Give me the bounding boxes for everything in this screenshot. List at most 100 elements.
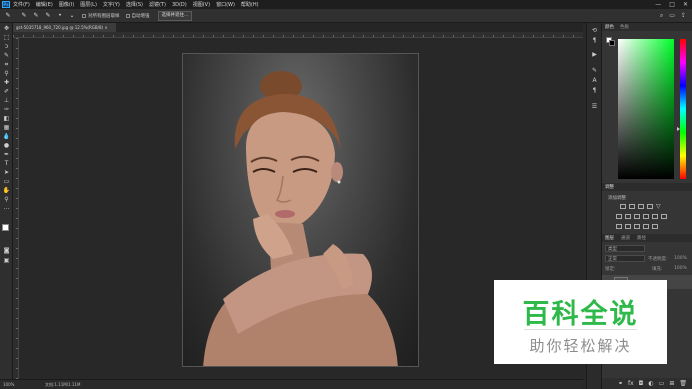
zoom-tool-icon[interactable]: ⚲ (2, 196, 11, 203)
invert-icon[interactable] (616, 224, 622, 229)
fill-label: 填充: (652, 267, 663, 272)
menu-image[interactable]: 图像(I) (59, 1, 74, 8)
move-tool-icon[interactable]: ✥ (2, 25, 11, 32)
subtract-from-selection-icon[interactable]: ✎ (44, 12, 52, 20)
menu-window[interactable]: 窗口(W) (216, 1, 235, 8)
portrait-photo[interactable] (182, 53, 419, 367)
hue-saturation-icon[interactable] (616, 214, 622, 219)
history-panel-icon[interactable]: ⟲ (590, 27, 599, 34)
paths-tab[interactable]: 路径 (637, 235, 646, 241)
background-color-chip[interactable] (609, 40, 615, 46)
more-tools-icon[interactable]: ··· (2, 206, 11, 213)
layer-style-icon[interactable]: fx (628, 380, 634, 387)
brightness-contrast-icon[interactable] (620, 204, 626, 209)
quick-selection-tool-icon[interactable]: ✎ (4, 12, 12, 20)
new-selection-icon[interactable]: ✎ (20, 12, 28, 20)
document-info[interactable]: 文档:1.11M/1.11M (45, 380, 80, 389)
exposure-icon[interactable] (647, 204, 653, 209)
color-tab[interactable]: 颜色 (605, 24, 614, 30)
menu-select[interactable]: 选择(S) (126, 1, 143, 8)
menu-edit[interactable]: 编辑(E) (36, 1, 53, 8)
crop-tool-icon[interactable]: ⌗ (2, 61, 11, 68)
curves-icon[interactable] (638, 204, 644, 209)
color-field[interactable] (618, 39, 674, 179)
fill-value[interactable]: 100% (674, 266, 687, 271)
brush-panel-icon[interactable]: ✎ (590, 67, 599, 74)
select-and-mask-button[interactable]: 选择并遮住... (157, 10, 193, 21)
styles-panel-icon[interactable]: ☰ (590, 103, 599, 110)
marquee-tool-icon[interactable]: ⬚ (2, 34, 11, 41)
properties-panel-icon[interactable]: ¶ (590, 37, 599, 44)
eraser-tool-icon[interactable]: ◧ (2, 115, 11, 122)
delete-layer-icon[interactable]: 🗑 (679, 380, 687, 387)
brush-tool-icon[interactable]: ✐ (2, 88, 11, 95)
play-action-icon[interactable]: ▶ (590, 51, 599, 58)
search-icon[interactable]: ⌕ (660, 12, 663, 20)
posterize-icon[interactable] (625, 224, 631, 229)
menu-file[interactable]: 文件(F) (13, 1, 30, 8)
channels-tab[interactable]: 通道 (621, 235, 630, 241)
maximize-button[interactable]: □ (669, 1, 675, 8)
new-adjustment-layer-icon[interactable]: ◐ (648, 380, 653, 387)
pen-tool-icon[interactable]: ✒ (2, 151, 11, 158)
layers-tab[interactable]: 图层 (605, 235, 614, 241)
adjustments-tab[interactable]: 调整 (605, 184, 614, 190)
threshold-icon[interactable] (634, 224, 640, 229)
sample-all-layers-checkbox[interactable]: 对所有图层取样 (82, 13, 120, 19)
vibrance-icon[interactable]: ▽ (656, 204, 662, 210)
minimize-button[interactable]: — (655, 1, 661, 8)
black-white-icon[interactable] (634, 214, 640, 219)
clone-stamp-icon[interactable]: ⊥ (2, 97, 11, 104)
menu-layer[interactable]: 图层(L) (80, 1, 97, 8)
type-tool-icon[interactable]: T (2, 160, 11, 167)
path-selection-icon[interactable]: ➤ (2, 169, 11, 176)
quick-selection-icon[interactable]: ✎ (2, 52, 11, 59)
selective-color-icon[interactable] (643, 224, 649, 229)
screen-mode-icon[interactable]: ▣ (2, 257, 11, 264)
menu-help[interactable]: 帮助(H) (241, 1, 259, 8)
new-layer-icon[interactable]: ⊞ (669, 380, 674, 387)
paragraph-panel-icon[interactable]: ¶ (590, 87, 599, 94)
zoom-level[interactable]: 100% (3, 380, 14, 389)
gradient-map-icon[interactable] (652, 224, 658, 229)
blur-tool-icon[interactable]: 💧 (2, 133, 11, 140)
history-brush-icon[interactable]: ✑ (2, 106, 11, 113)
levels-icon[interactable] (629, 204, 635, 209)
eyedropper-tool-icon[interactable]: ⚲ (2, 70, 11, 77)
auto-enhance-checkbox[interactable]: 自动增强 (125, 13, 150, 19)
menu-type[interactable]: 文字(Y) (103, 1, 120, 8)
quick-mask-icon[interactable]: ◙ (2, 247, 11, 254)
hand-tool-icon[interactable]: ✋ (2, 187, 11, 194)
menu-3d[interactable]: 3D(D) (172, 2, 187, 8)
gradient-tool-icon[interactable]: ▦ (2, 124, 11, 131)
opacity-value[interactable]: 100% (674, 256, 687, 261)
color-balance-icon[interactable] (625, 214, 631, 219)
document-tab[interactable]: gst-5035718_960_720.jpg @ 12.5%(RGB/8) × (13, 23, 116, 32)
swatches-tab[interactable]: 色板 (620, 24, 629, 30)
channel-mixer-icon[interactable] (652, 214, 658, 219)
layer-filter-select[interactable]: 类型 (605, 245, 645, 252)
shape-tool-icon[interactable]: ▭ (2, 178, 11, 185)
character-panel-icon[interactable]: A (590, 77, 599, 84)
add-to-selection-icon[interactable]: ✎ (32, 12, 40, 20)
watermark-title: 百科全说 (522, 299, 639, 330)
photo-filter-icon[interactable] (643, 214, 649, 219)
menu-filter[interactable]: 滤镜(T) (149, 1, 166, 8)
new-group-icon[interactable]: ▭ (659, 380, 665, 387)
foreground-color-swatch[interactable] (2, 224, 9, 231)
brush-angle-icon[interactable]: ⌄ (68, 12, 76, 20)
close-button[interactable]: ✕ (683, 1, 688, 8)
hue-slider-handle[interactable] (677, 127, 680, 131)
brush-size-icon[interactable]: • (56, 12, 64, 20)
blend-mode-select[interactable]: 正常 (605, 255, 645, 262)
link-layers-icon[interactable]: ⚭ (618, 380, 623, 387)
add-mask-icon[interactable]: ◘ (639, 380, 644, 387)
hue-slider[interactable] (680, 39, 686, 179)
healing-brush-icon[interactable]: ✚ (2, 79, 11, 86)
dodge-tool-icon[interactable]: ● (2, 142, 11, 149)
workspace-icon[interactable]: ▭ (669, 12, 675, 19)
menu-view[interactable]: 视图(V) (193, 1, 210, 8)
color-lookup-icon[interactable] (661, 214, 667, 219)
lasso-tool-icon[interactable]: ↄ (2, 43, 11, 50)
share-icon[interactable]: ⇪ (681, 12, 686, 19)
